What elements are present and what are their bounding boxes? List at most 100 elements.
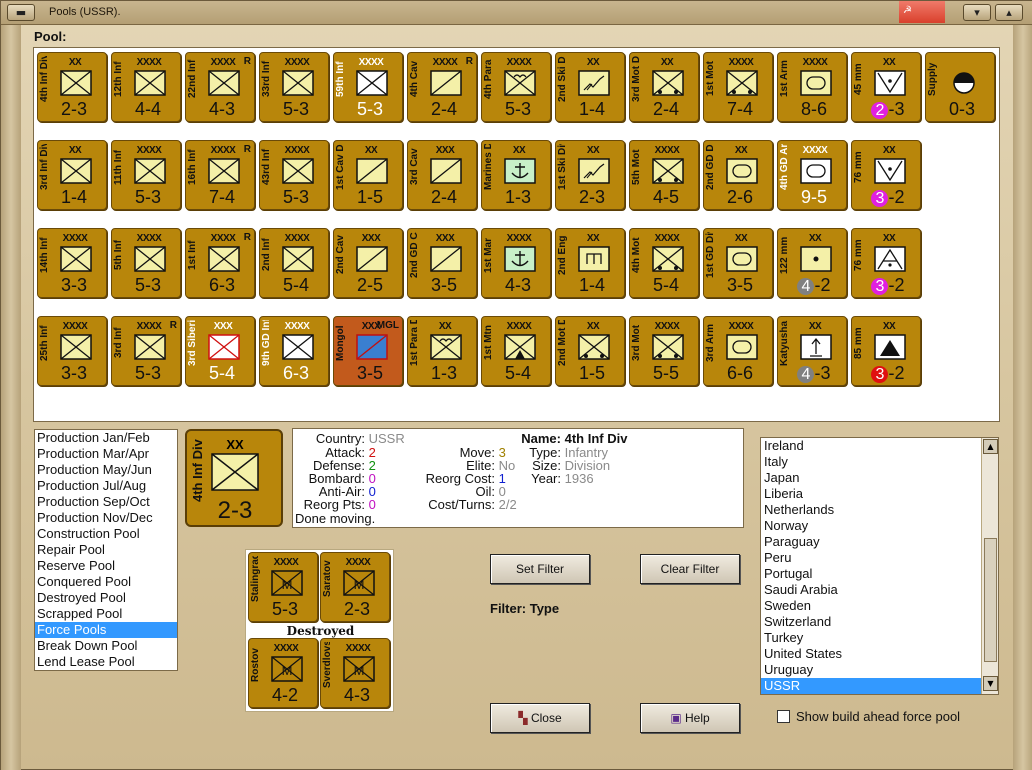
unit-counter[interactable]: 2nd Eng XX 1-4 xyxy=(555,228,625,298)
production-list-item[interactable]: Reserve Pool xyxy=(35,558,177,574)
unit-counter[interactable]: 122 mm XX 4 -2 xyxy=(777,228,847,298)
country-list-item[interactable]: United States xyxy=(761,646,982,662)
country-list-item[interactable]: Paraguay xyxy=(761,534,982,550)
unit-counter[interactable]: 11th Inf XXXX 5-3 xyxy=(111,140,181,210)
production-list-item[interactable]: Lend Lease Pool xyxy=(35,654,177,670)
unit-counter[interactable]: 76 mm XX 3 -2 xyxy=(851,140,921,210)
unit-counter[interactable]: 3rd Arm XXXX 6-6 xyxy=(703,316,773,386)
unit-counter[interactable]: 9th GD Inf XXXX 6-3 xyxy=(259,316,329,386)
title-bar[interactable]: ▬ Pools (USSR). ☭ ▾ ▴ xyxy=(1,1,1032,25)
scroll-down-icon[interactable]: ▼ xyxy=(983,676,998,691)
production-list-item[interactable]: Repair Pool xyxy=(35,542,177,558)
scroll-up-icon[interactable]: ▲ xyxy=(983,439,998,454)
production-list-item[interactable]: Construction Pool xyxy=(35,526,177,542)
country-list[interactable]: Ireland Italy Japan Liberia Netherlands Norwa… xyxy=(760,437,999,695)
production-list-item[interactable]: Production Mar/Apr xyxy=(35,446,177,462)
country-list-item[interactable]: Ireland xyxy=(761,438,982,454)
production-list-item[interactable]: Production Sep/Oct xyxy=(35,494,177,510)
unit-counter[interactable]: 2nd Inf XXXX 5-4 xyxy=(259,228,329,298)
set-filter-button[interactable]: Set Filter xyxy=(490,554,590,584)
close-button[interactable]: ▚ Close xyxy=(490,703,590,733)
unit-counter[interactable]: 2nd Ski Div XX 1-4 xyxy=(555,52,625,122)
unit-counter[interactable]: 16th Inf XXXX R 7-4 xyxy=(185,140,255,210)
country-list-item[interactable]: Portugal xyxy=(761,566,982,582)
production-list-item[interactable]: Break Down Pool xyxy=(35,638,177,654)
unit-counter[interactable]: 4th Cav XXXX R 2-4 xyxy=(407,52,477,122)
country-scrollbar[interactable]: ▲ ▼ xyxy=(981,438,998,694)
unit-counter[interactable]: 2nd Cav XXX 2-5 xyxy=(333,228,403,298)
unit-counter[interactable]: Mongol XXX MGL 3-5 xyxy=(333,316,403,386)
country-list-item[interactable]: Saudi Arabia xyxy=(761,582,982,598)
production-list-item[interactable]: Scrapped Pool xyxy=(35,606,177,622)
production-list-item[interactable]: Production May/Jun xyxy=(35,462,177,478)
unit-counter[interactable]: 3rd Cav XXX 2-4 xyxy=(407,140,477,210)
country-list-item[interactable]: Netherlands xyxy=(761,502,982,518)
country-list-item[interactable]: Italy xyxy=(761,454,982,470)
build-ahead-checkbox-row[interactable]: Show build ahead force pool xyxy=(777,709,960,724)
country-list-item[interactable]: Uruguay xyxy=(761,662,982,678)
unit-counter[interactable]: 4th GD Arm XXXX 9-5 xyxy=(777,140,847,210)
unit-counter[interactable]: 3rd Mot Div XX 2-4 xyxy=(629,52,699,122)
unit-counter[interactable]: 3rd Mot XXXX 5-5 xyxy=(629,316,699,386)
minimize-button[interactable]: ▾ xyxy=(963,4,991,21)
maximize-button[interactable]: ▴ xyxy=(995,4,1023,21)
unit-counter[interactable]: 12th Inf XXXX 4-4 xyxy=(111,52,181,122)
unit-counter[interactable]: Supply 0-3 xyxy=(925,52,995,122)
unit-counter[interactable]: 2nd GD Cav XXX 3-5 xyxy=(407,228,477,298)
production-list-item[interactable]: Production Jul/Aug xyxy=(35,478,177,494)
scroll-thumb[interactable] xyxy=(984,538,997,662)
unit-counter[interactable]: 59th Inf XXXX 5-3 xyxy=(333,52,403,122)
destroyed-factory-counter[interactable]: Rostov XXXX M 4-2 xyxy=(248,638,318,708)
production-list[interactable]: Production Jan/Feb Production Mar/Apr Prod… xyxy=(34,429,178,671)
unit-counter[interactable]: 1st Mot XXXX 7-4 xyxy=(703,52,773,122)
unit-counter[interactable]: 2nd GD Div XX 2-6 xyxy=(703,140,773,210)
production-list-item[interactable]: Production Nov/Dec xyxy=(35,510,177,526)
help-button[interactable]: ▣ Help xyxy=(640,703,740,733)
unit-counter[interactable]: 2nd Mot D. XX 1-5 xyxy=(555,316,625,386)
production-list-item[interactable]: Force Pools xyxy=(35,622,177,638)
destroyed-factory-counter[interactable]: Saratov XXXX M 2-3 xyxy=(320,552,390,622)
unit-counter[interactable]: 1st Ski Div XX 2-3 xyxy=(555,140,625,210)
unit-counter[interactable]: 5th Inf XXXX 5-3 xyxy=(111,228,181,298)
unit-counter[interactable]: 43rd Inf XXXX 5-3 xyxy=(259,140,329,210)
unit-counter[interactable]: 3rd Siberi. XXX 5-4 xyxy=(185,316,255,386)
country-list-item[interactable]: Japan xyxy=(761,470,982,486)
unit-counter[interactable]: 4th Mot XXXX 5-4 xyxy=(629,228,699,298)
unit-counter[interactable]: 3rd Inf Div XX 1-4 xyxy=(37,140,107,210)
country-list-item[interactable]: Norway xyxy=(761,518,982,534)
country-list-item[interactable]: Switzerland xyxy=(761,614,982,630)
unit-counter[interactable]: 45 mm XX 2 -3 xyxy=(851,52,921,122)
unit-counter[interactable]: 1st Arm XXXX 8-6 xyxy=(777,52,847,122)
unit-counter[interactable]: 1st GD Div XX 3-5 xyxy=(703,228,773,298)
unit-counter[interactable]: 14th Inf XXXX 3-3 xyxy=(37,228,107,298)
build-ahead-checkbox[interactable] xyxy=(777,710,790,723)
production-list-item[interactable]: Destroyed Pool xyxy=(35,590,177,606)
unit-counter[interactable]: 1st Para D. XX 1-3 xyxy=(407,316,477,386)
unit-counter[interactable]: Katyusha XX 4 -3 xyxy=(777,316,847,386)
unit-counter[interactable]: 1st Mar XXXX 4-3 xyxy=(481,228,551,298)
country-list-item[interactable]: Liberia xyxy=(761,486,982,502)
unit-counter[interactable]: 25th Inf XXXX 3-3 xyxy=(37,316,107,386)
unit-counter[interactable]: 4th Para XXXX 5-3 xyxy=(481,52,551,122)
unit-counter[interactable]: 1st Mtn XXXX 5-4 xyxy=(481,316,551,386)
unit-counter[interactable]: Marines Div XX 1-3 xyxy=(481,140,551,210)
window-menu-button[interactable]: ▬ xyxy=(7,4,35,21)
unit-counter[interactable]: 3rd Inf XXXX R 5-3 xyxy=(111,316,181,386)
clear-filter-button[interactable]: Clear Filter xyxy=(640,554,740,584)
unit-counter[interactable]: 1st Cav Div XX 1-5 xyxy=(333,140,403,210)
destroyed-factory-counter[interactable]: Sverdlovsk XXXX M 4-3 xyxy=(320,638,390,708)
unit-counter[interactable]: 22nd Inf XXXX R 4-3 xyxy=(185,52,255,122)
unit-counter[interactable]: 76 mm XX 3 -2 xyxy=(851,228,921,298)
country-list-item[interactable]: Sweden xyxy=(761,598,982,614)
destroyed-factory-counter[interactable]: Stalingrad XXXX M 5-3 xyxy=(248,552,318,622)
country-list-item[interactable]: USSR xyxy=(761,678,982,694)
unit-counter[interactable]: 4th Inf Div XX 2-3 xyxy=(37,52,107,122)
country-list-item[interactable]: Peru xyxy=(761,550,982,566)
country-list-item[interactable]: Turkey xyxy=(761,630,982,646)
production-list-item[interactable]: Conquered Pool xyxy=(35,574,177,590)
unit-counter[interactable]: 5th Mot XXXX 4-5 xyxy=(629,140,699,210)
unit-counter[interactable]: 1st Inf XXXX R 6-3 xyxy=(185,228,255,298)
unit-counter[interactable]: 85 mm XX 3 -2 xyxy=(851,316,921,386)
production-list-item[interactable]: Production Jan/Feb xyxy=(35,430,177,446)
unit-counter[interactable]: 33rd Inf XXXX 5-3 xyxy=(259,52,329,122)
